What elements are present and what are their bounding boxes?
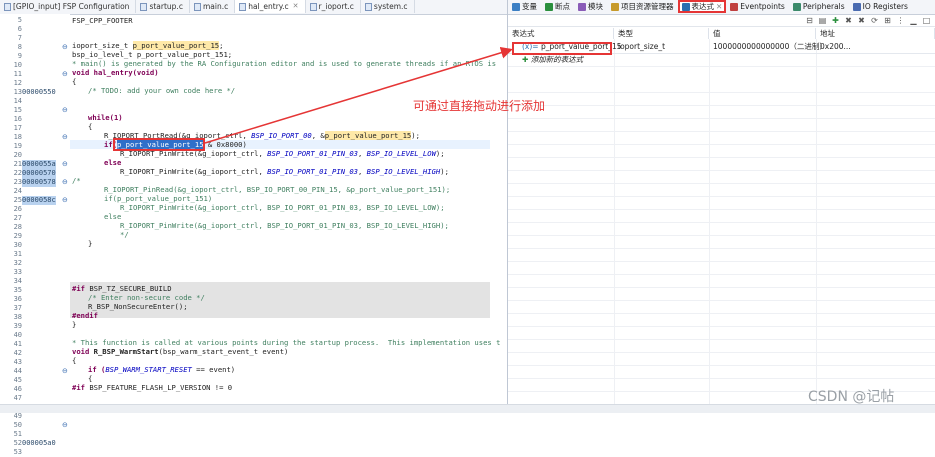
line-number: 49: [13, 412, 22, 420]
line-number: 50: [13, 421, 22, 429]
fold-icon[interactable]: ⊖: [62, 421, 70, 429]
line-number: 52: [13, 439, 22, 447]
drag-arrow: [204, 46, 513, 144]
watermark: CSDN @记帖: [808, 389, 895, 405]
instruction-address: 000005a0: [22, 439, 56, 447]
line-number: 53: [13, 448, 22, 456]
annotation-text: 可通过直接拖动进行添加: [413, 99, 546, 113]
line-number: 51: [13, 430, 22, 438]
